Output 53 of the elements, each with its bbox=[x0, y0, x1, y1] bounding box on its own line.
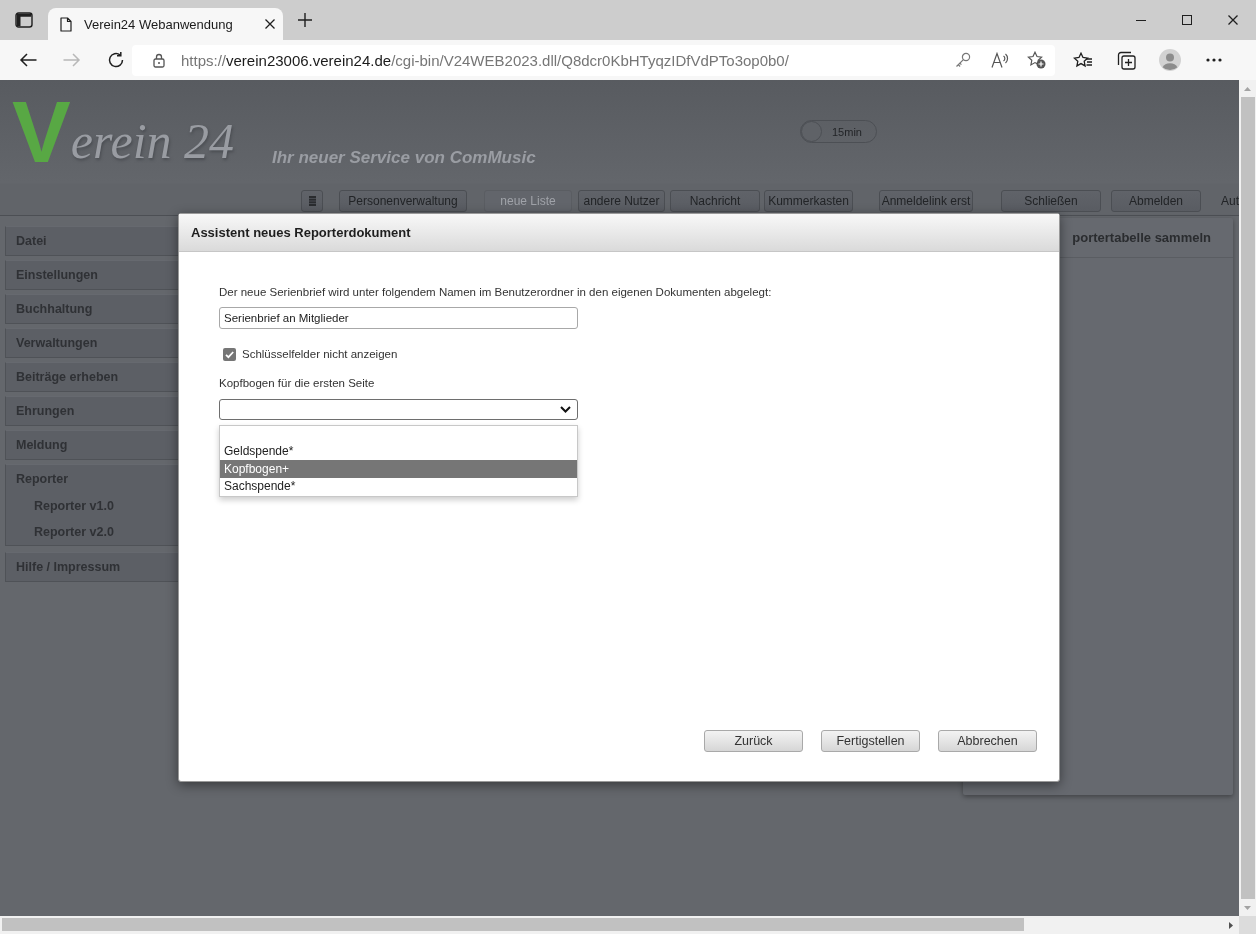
scrollbar-thumb[interactable] bbox=[1241, 97, 1255, 899]
tab-title: Verein24 Webanwendung bbox=[84, 16, 234, 32]
chevron-down-icon bbox=[560, 406, 571, 413]
vertical-scrollbar[interactable] bbox=[1239, 80, 1256, 916]
back-arrow-icon[interactable] bbox=[19, 52, 37, 68]
cancel-button[interactable]: Abbrechen bbox=[938, 730, 1037, 752]
close-icon[interactable] bbox=[1228, 15, 1238, 25]
field-label: Kopfbogen für die ersten Seite bbox=[219, 376, 375, 391]
toolbar-button[interactable]: Anmeldelink erst bbox=[879, 190, 973, 212]
tab-actions-icon[interactable] bbox=[15, 12, 33, 28]
collections-icon[interactable] bbox=[1116, 50, 1136, 70]
dialog-title: Assistent neues Reporterdokument bbox=[191, 225, 411, 240]
star-plus-icon[interactable] bbox=[1027, 51, 1046, 69]
url-text[interactable]: https://verein23006.verein24.de/cgi-bin/V24WEB2023.dll/Q8dcr0KbHTyqzIDfVdPTo3op0b0/ bbox=[181, 51, 944, 69]
toolbar-button[interactable]: Abmelden bbox=[1111, 190, 1201, 212]
address-bar[interactable]: https://verein23006.verein24.de/cgi-bin/V24WEB2023.dll/Q8dcr0KbHTyqzIDfVdPTo3op0b0/ bbox=[132, 44, 1055, 76]
name-input-field[interactable]: Serienbrief an Mitglieder bbox=[219, 307, 578, 329]
toolbar-button[interactable]: andere Nutzer bbox=[578, 190, 665, 212]
horizontal-scrollbar[interactable] bbox=[0, 916, 1239, 934]
close-icon[interactable] bbox=[265, 19, 275, 29]
toolbar-button[interactable]: Kummerkasten bbox=[764, 190, 853, 212]
checkbox-label: Schlüsselfelder nicht anzeigen bbox=[242, 347, 398, 362]
browser-tab[interactable]: Verein24 Webanwendung bbox=[48, 8, 283, 40]
read-aloud-icon[interactable] bbox=[990, 52, 1009, 68]
finish-button[interactable]: Fertigstellen bbox=[821, 730, 920, 752]
list-icon bbox=[308, 196, 316, 206]
toolbar-button[interactable]: Personenverwaltung bbox=[339, 190, 467, 212]
toolbar-text: Aut bbox=[1221, 193, 1239, 210]
minimize-icon[interactable] bbox=[1136, 19, 1146, 21]
new-tab-icon[interactable] bbox=[298, 13, 312, 27]
description-text: Der neue Serienbrief wird unter folgendem Namen im Benutzerordner in den eigenen Dokumenten abgelegt: bbox=[219, 285, 772, 300]
dropdown-option[interactable]: Kopfbogen+ bbox=[220, 460, 577, 478]
lock-icon[interactable] bbox=[153, 52, 165, 68]
maximize-icon[interactable] bbox=[1182, 15, 1192, 25]
logo: Verein 24 bbox=[12, 86, 235, 170]
page-icon bbox=[60, 16, 72, 32]
scrollbar-thumb[interactable] bbox=[2, 918, 1024, 931]
tagline: Ihr neuer Service von ComMusic bbox=[272, 148, 536, 168]
dropdown-option[interactable]: Sachspende* bbox=[220, 478, 577, 495]
avatar-icon[interactable] bbox=[1159, 49, 1181, 71]
letterhead-select[interactable] bbox=[219, 399, 578, 420]
scroll-right-icon[interactable] bbox=[1228, 921, 1233, 929]
back-button[interactable]: Zurück bbox=[704, 730, 803, 752]
toolbar-button[interactable]: Schließen bbox=[1001, 190, 1101, 212]
toolbar-button[interactable]: Nachricht bbox=[670, 190, 760, 212]
checkbox[interactable] bbox=[223, 348, 236, 361]
panel-title: portertabelle sammeln bbox=[1072, 230, 1211, 245]
scrollbar-corner bbox=[1239, 916, 1256, 934]
more-icon[interactable] bbox=[1206, 58, 1222, 62]
dropdown-option[interactable]: Geldspende* bbox=[220, 443, 577, 460]
key-icon[interactable] bbox=[954, 52, 971, 68]
reload-icon[interactable] bbox=[107, 51, 125, 69]
favorites-icon[interactable] bbox=[1072, 52, 1092, 68]
